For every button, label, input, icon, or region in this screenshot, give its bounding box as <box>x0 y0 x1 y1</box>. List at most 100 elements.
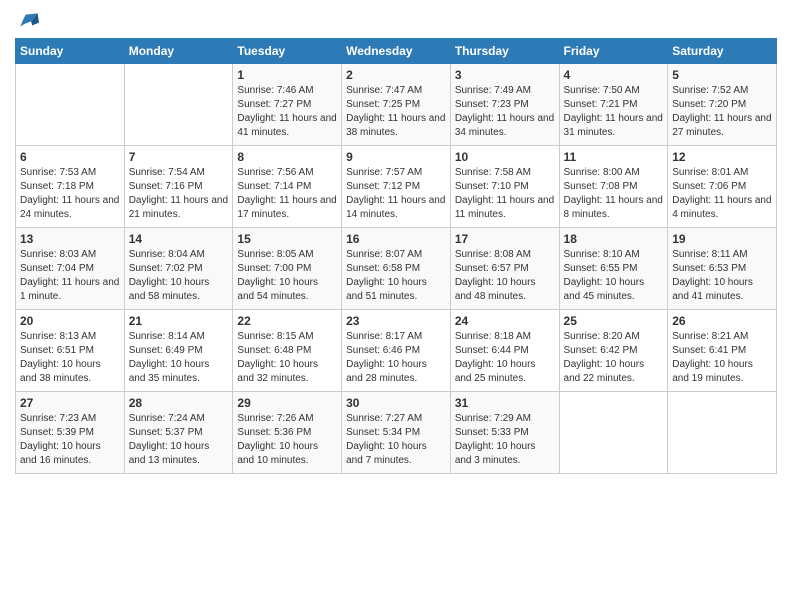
day-info: Sunrise: 7:50 AM Sunset: 7:21 PM Dayligh… <box>564 84 664 140</box>
calendar-cell: 22 Sunrise: 8:15 AM Sunset: 6:48 PM Dayli… <box>233 310 342 392</box>
page: SundayMondayTuesdayWednesdayThursdayFrid… <box>0 0 792 612</box>
day-number: 8 <box>237 150 337 164</box>
day-number: 9 <box>346 150 446 164</box>
day-number: 3 <box>455 68 555 82</box>
day-info: Sunrise: 8:08 AM Sunset: 6:57 PM Dayligh… <box>455 248 555 304</box>
calendar-cell: 5Sunrise: 7:52 AM Sunset: 7:20 PM Daylig… <box>668 64 777 146</box>
calendar-cell: 10 Sunrise: 7:58 AM Sunset: 7:10 PM Dayli… <box>450 146 559 228</box>
day-number: 21 <box>129 314 229 328</box>
day-header-row: SundayMondayTuesdayWednesdayThursdayFrid… <box>16 39 777 64</box>
calendar-cell: 15Sunrise: 8:05 AM Sunset: 7:00 PM Dayli… <box>233 228 342 310</box>
day-header-friday: Friday <box>559 39 668 64</box>
day-number: 23 <box>346 314 446 328</box>
day-info: Sunrise: 7:56 AM Sunset: 7:14 PM Dayligh… <box>237 166 337 222</box>
day-number: 20 <box>20 314 120 328</box>
calendar-cell: 16 Sunrise: 8:07 AM Sunset: 6:58 PM Dayli… <box>342 228 451 310</box>
day-info: Sunrise: 8:14 AM Sunset: 6:49 PM Dayligh… <box>129 330 229 386</box>
day-number: 13 <box>20 232 120 246</box>
day-number: 22 <box>237 314 337 328</box>
calendar-cell: 20 Sunrise: 8:13 AM Sunset: 6:51 PM Dayli… <box>16 310 125 392</box>
calendar-cell: 31 Sunrise: 7:29 AM Sunset: 5:33 PM Dayli… <box>450 392 559 474</box>
calendar-cell <box>668 392 777 474</box>
day-info: Sunrise: 8:13 AM Sunset: 6:51 PM Dayligh… <box>20 330 120 386</box>
calendar-cell: 7 Sunrise: 7:54 AM Sunset: 7:16 PM Daylig… <box>124 146 233 228</box>
day-header-tuesday: Tuesday <box>233 39 342 64</box>
week-row-5: 27 Sunrise: 7:23 AM Sunset: 5:39 PM Dayli… <box>16 392 777 474</box>
day-info: Sunrise: 8:10 AM Sunset: 6:55 PM Dayligh… <box>564 248 664 304</box>
day-info: Sunrise: 8:11 AM Sunset: 6:53 PM Dayligh… <box>672 248 772 304</box>
day-number: 27 <box>20 396 120 410</box>
day-number: 11 <box>564 150 664 164</box>
day-number: 31 <box>455 396 555 410</box>
day-info: Sunrise: 7:26 AM Sunset: 5:36 PM Dayligh… <box>237 412 337 468</box>
week-row-2: 6 Sunrise: 7:53 AM Sunset: 7:18 PM Daylig… <box>16 146 777 228</box>
calendar-cell <box>124 64 233 146</box>
calendar-cell <box>16 64 125 146</box>
day-info: Sunrise: 7:23 AM Sunset: 5:39 PM Dayligh… <box>20 412 120 468</box>
day-info: Sunrise: 8:01 AM Sunset: 7:06 PM Dayligh… <box>672 166 772 222</box>
calendar-cell: 24Sunrise: 8:18 AM Sunset: 6:44 PM Dayli… <box>450 310 559 392</box>
day-number: 14 <box>129 232 229 246</box>
day-info: Sunrise: 8:05 AM Sunset: 7:00 PM Dayligh… <box>237 248 337 304</box>
day-number: 4 <box>564 68 664 82</box>
day-number: 16 <box>346 232 446 246</box>
day-info: Sunrise: 7:47 AM Sunset: 7:25 PM Dayligh… <box>346 84 446 140</box>
day-number: 18 <box>564 232 664 246</box>
day-number: 6 <box>20 150 120 164</box>
day-info: Sunrise: 8:15 AM Sunset: 6:48 PM Dayligh… <box>237 330 337 386</box>
day-number: 25 <box>564 314 664 328</box>
day-info: Sunrise: 7:46 AM Sunset: 7:27 PM Dayligh… <box>237 84 337 140</box>
calendar-cell: 29 Sunrise: 7:26 AM Sunset: 5:36 PM Dayli… <box>233 392 342 474</box>
day-header-thursday: Thursday <box>450 39 559 64</box>
calendar-cell: 2 Sunrise: 7:47 AM Sunset: 7:25 PM Daylig… <box>342 64 451 146</box>
day-info: Sunrise: 7:57 AM Sunset: 7:12 PM Dayligh… <box>346 166 446 222</box>
day-info: Sunrise: 7:24 AM Sunset: 5:37 PM Dayligh… <box>129 412 229 468</box>
calendar-cell: 28 Sunrise: 7:24 AM Sunset: 5:37 PM Dayli… <box>124 392 233 474</box>
day-number: 10 <box>455 150 555 164</box>
calendar-cell: 6 Sunrise: 7:53 AM Sunset: 7:18 PM Daylig… <box>16 146 125 228</box>
day-number: 7 <box>129 150 229 164</box>
day-info: Sunrise: 7:49 AM Sunset: 7:23 PM Dayligh… <box>455 84 555 140</box>
calendar-cell: 25 Sunrise: 8:20 AM Sunset: 6:42 PM Dayli… <box>559 310 668 392</box>
day-info: Sunrise: 8:04 AM Sunset: 7:02 PM Dayligh… <box>129 248 229 304</box>
day-number: 12 <box>672 150 772 164</box>
day-info: Sunrise: 8:03 AM Sunset: 7:04 PM Dayligh… <box>20 248 120 304</box>
day-info: Sunrise: 7:29 AM Sunset: 5:33 PM Dayligh… <box>455 412 555 468</box>
day-number: 26 <box>672 314 772 328</box>
day-number: 1 <box>237 68 337 82</box>
week-row-1: 1 Sunrise: 7:46 AM Sunset: 7:27 PM Daylig… <box>16 64 777 146</box>
calendar-cell: 30 Sunrise: 7:27 AM Sunset: 5:34 PM Dayli… <box>342 392 451 474</box>
week-row-4: 20 Sunrise: 8:13 AM Sunset: 6:51 PM Dayli… <box>16 310 777 392</box>
day-info: Sunrise: 8:07 AM Sunset: 6:58 PM Dayligh… <box>346 248 446 304</box>
day-header-sunday: Sunday <box>16 39 125 64</box>
day-info: Sunrise: 8:00 AM Sunset: 7:08 PM Dayligh… <box>564 166 664 222</box>
calendar-cell: 11 Sunrise: 8:00 AM Sunset: 7:08 PM Dayli… <box>559 146 668 228</box>
day-number: 28 <box>129 396 229 410</box>
calendar-cell: 4 Sunrise: 7:50 AM Sunset: 7:21 PM Daylig… <box>559 64 668 146</box>
calendar-cell: 12 Sunrise: 8:01 AM Sunset: 7:06 PM Dayli… <box>668 146 777 228</box>
calendar-cell: 1 Sunrise: 7:46 AM Sunset: 7:27 PM Daylig… <box>233 64 342 146</box>
day-number: 29 <box>237 396 337 410</box>
day-header-wednesday: Wednesday <box>342 39 451 64</box>
week-row-3: 13 Sunrise: 8:03 AM Sunset: 7:04 PM Dayli… <box>16 228 777 310</box>
day-header-monday: Monday <box>124 39 233 64</box>
day-info: Sunrise: 7:54 AM Sunset: 7:16 PM Dayligh… <box>129 166 229 222</box>
day-number: 30 <box>346 396 446 410</box>
logo-bird-icon <box>19 10 39 30</box>
day-number: 17 <box>455 232 555 246</box>
day-number: 2 <box>346 68 446 82</box>
day-info: Sunrise: 8:21 AM Sunset: 6:41 PM Dayligh… <box>672 330 772 386</box>
calendar-cell: 21 Sunrise: 8:14 AM Sunset: 6:49 PM Dayli… <box>124 310 233 392</box>
header <box>15 10 777 30</box>
calendar-cell: 3 Sunrise: 7:49 AM Sunset: 7:23 PM Daylig… <box>450 64 559 146</box>
day-info: Sunrise: 7:27 AM Sunset: 5:34 PM Dayligh… <box>346 412 446 468</box>
calendar-cell: 23Sunrise: 8:17 AM Sunset: 6:46 PM Dayli… <box>342 310 451 392</box>
day-number: 24 <box>455 314 555 328</box>
logo <box>15 10 41 30</box>
day-info: Sunrise: 7:53 AM Sunset: 7:18 PM Dayligh… <box>20 166 120 222</box>
calendar-cell <box>559 392 668 474</box>
day-info: Sunrise: 7:58 AM Sunset: 7:10 PM Dayligh… <box>455 166 555 222</box>
day-info: Sunrise: 8:20 AM Sunset: 6:42 PM Dayligh… <box>564 330 664 386</box>
day-number: 5 <box>672 68 772 82</box>
calendar-cell: 17 Sunrise: 8:08 AM Sunset: 6:57 PM Dayli… <box>450 228 559 310</box>
